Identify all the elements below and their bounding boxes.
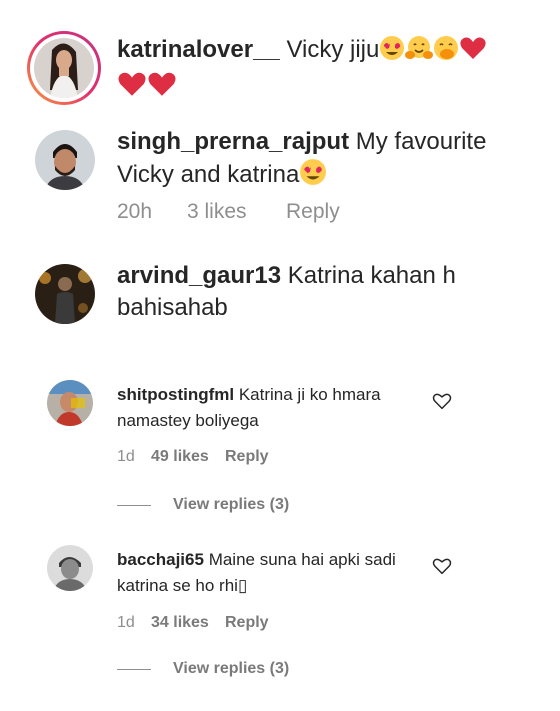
comment-body: arvind_gaur13 Katrina kahan h bahisahab — [117, 260, 527, 324]
comment-body: katrinalover__ Vicky jiju — [117, 34, 527, 107]
comment-meta: 1d 34 likes Reply — [117, 614, 269, 632]
replies-divider — [117, 504, 151, 506]
reply-button[interactable]: Reply — [225, 614, 269, 632]
heart-eyes-emoji — [299, 158, 327, 195]
view-replies-row[interactable]: View replies (3) — [117, 660, 289, 678]
red-heart-emoji — [117, 70, 147, 107]
likes-count[interactable]: 34 likes — [151, 614, 225, 632]
comment-body: singh_prerna_rajput My favourite Vicky a… — [117, 126, 527, 195]
comment-meta: 20h 3 likes Reply — [117, 200, 340, 224]
avatar-image — [27, 31, 101, 105]
avatar[interactable] — [47, 380, 93, 426]
view-replies-button[interactable]: View replies (3) — [173, 660, 289, 678]
comment-time: 20h — [117, 200, 153, 223]
likes-count[interactable]: 49 likes — [151, 448, 225, 466]
avatar[interactable] — [47, 545, 93, 591]
view-replies-row[interactable]: View replies (3) — [117, 496, 289, 514]
comment-username[interactable]: arvind_gaur13 — [117, 262, 281, 289]
comment-item: shitpostingfml Katrina ji ko hmara namas… — [0, 360, 560, 530]
heart-outline-icon[interactable] — [432, 557, 452, 575]
view-replies-button[interactable]: View replies (3) — [173, 496, 289, 514]
avatar[interactable] — [35, 264, 95, 324]
reply-button[interactable]: Reply — [225, 448, 269, 466]
comment-username[interactable]: bacchaji65 — [117, 550, 204, 569]
heart-outline-icon[interactable] — [432, 392, 452, 410]
hugging-face-emoji — [405, 35, 434, 70]
comment-item: arvind_gaur13 Katrina kahan h bahisahab — [0, 240, 560, 360]
comment-body: shitpostingfml Katrina ji ko hmara namas… — [117, 382, 417, 434]
avatar-image — [35, 130, 95, 190]
comment-username[interactable]: katrinalover__ — [117, 36, 280, 63]
comment-item: bacchaji65 Maine suna hai apki sadi katr… — [0, 530, 560, 711]
comment-time: 1d — [117, 614, 135, 631]
face-with-hand-over-mouth-emoji — [433, 35, 459, 70]
comment-item: singh_prerna_rajput My favourite Vicky a… — [0, 110, 560, 240]
heart-eyes-emoji — [379, 35, 405, 70]
avatar-image — [35, 264, 95, 324]
avatar-image — [47, 545, 93, 591]
replies-divider — [117, 668, 151, 670]
avatar-image — [47, 380, 93, 426]
comment-username[interactable]: shitpostingfml — [117, 385, 234, 404]
avatar-story-ring[interactable] — [26, 30, 102, 106]
comment-item: katrinalover__ Vicky jiju — [0, 0, 560, 110]
red-heart-emoji — [147, 70, 177, 107]
avatar[interactable] — [35, 130, 95, 190]
reply-button[interactable]: Reply — [286, 200, 340, 224]
comment-time: 1d — [117, 448, 135, 465]
comment-text: Vicky jiju — [286, 36, 380, 63]
comment-body: bacchaji65 Maine suna hai apki sadi katr… — [117, 547, 417, 599]
red-heart-emoji — [459, 35, 487, 70]
comment-username[interactable]: singh_prerna_rajput — [117, 128, 349, 155]
likes-count[interactable]: 3 likes — [187, 200, 286, 224]
comment-meta: 1d 49 likes Reply — [117, 448, 269, 466]
